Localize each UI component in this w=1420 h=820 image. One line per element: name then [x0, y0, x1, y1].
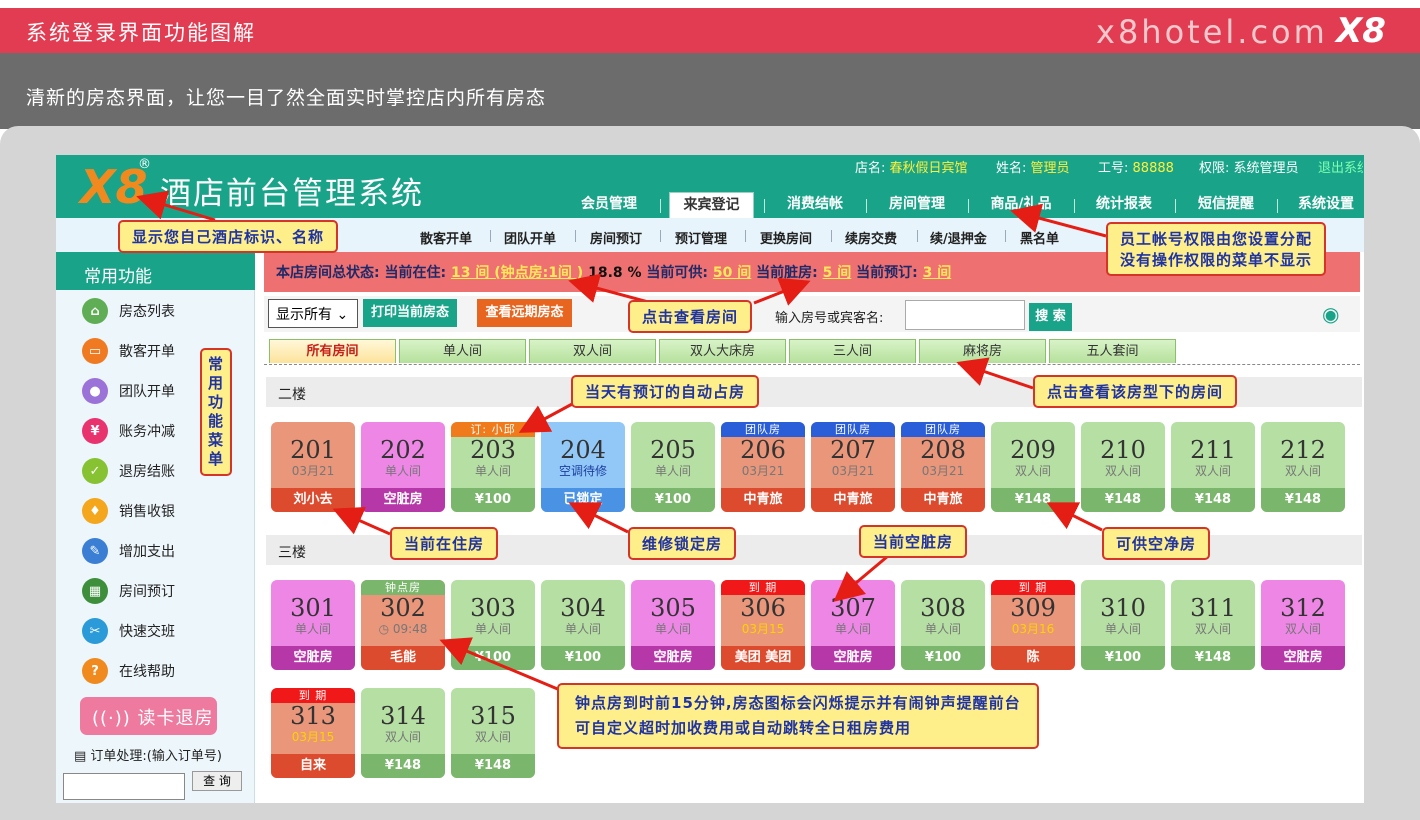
annotation-hourly-line2: 可自定义超时加收费用或自动跳转全日租房费用 — [575, 719, 912, 737]
annotation-permissions: 员工帐号权限由您设置分配 没有操作权限的菜单不显示 — [1106, 222, 1327, 276]
annotation-hourly: 钟点房到时前15分钟,房态图标会闪烁提示并有闹钟声提醒前台 可自定义超时加收费用或… — [557, 683, 1039, 749]
annotation-locked: 维修锁定房 — [628, 527, 737, 560]
annotation-hourly-line1: 钟点房到时前15分钟,房态图标会闪烁提示并有闹钟声提醒前台 — [575, 694, 1021, 712]
annotation-clean: 可供空净房 — [1102, 527, 1211, 560]
annotation-perm-line2: 没有操作权限的菜单不显示 — [1120, 251, 1313, 269]
annotation-perm-line1: 员工帐号权限由您设置分配 — [1120, 230, 1313, 248]
annotation-occupied: 当前在住房 — [390, 527, 499, 560]
annotation-auto-book: 当天有预订的自动占房 — [571, 375, 760, 408]
annotation-common-menu: 常用功能菜单 — [200, 348, 232, 476]
annotation-logo: 显示您自己酒店标识、名称 — [118, 220, 339, 253]
annotation-view-rooms: 点击查看房间 — [628, 300, 753, 333]
annotation-room-type: 点击查看该房型下的房间 — [1033, 375, 1238, 408]
annotation-dirty: 当前空脏房 — [859, 525, 968, 558]
